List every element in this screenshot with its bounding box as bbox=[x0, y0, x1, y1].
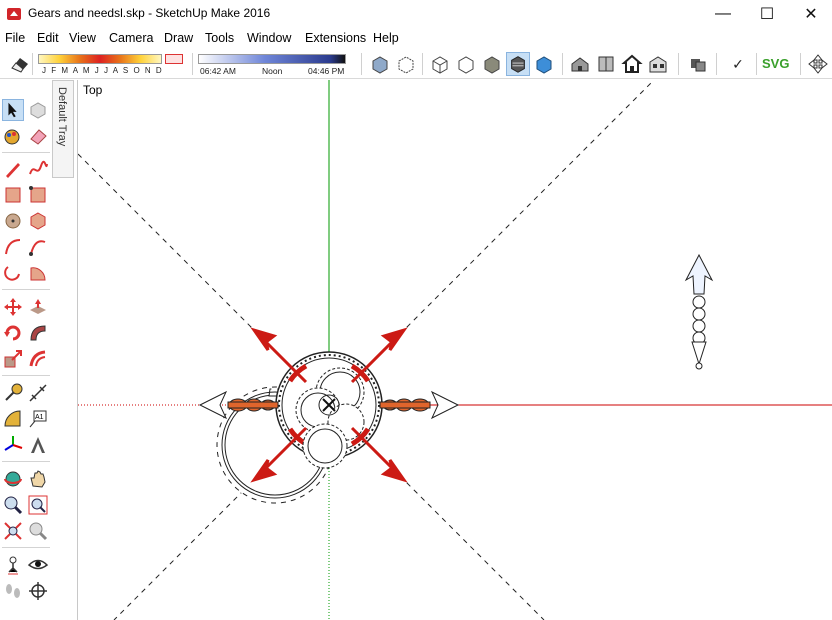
side-view-icon[interactable] bbox=[646, 52, 670, 76]
position-camera-icon[interactable] bbox=[2, 554, 24, 576]
guide-lines bbox=[78, 80, 655, 620]
maximize-button[interactable]: ☐ bbox=[744, 0, 790, 28]
shaded-textures-style-icon[interactable] bbox=[506, 52, 530, 76]
walk-footprints-icon[interactable] bbox=[2, 580, 24, 602]
follow-me-icon[interactable] bbox=[27, 322, 49, 344]
3d-text-icon[interactable] bbox=[27, 434, 49, 456]
time-noon-label: Noon bbox=[262, 66, 283, 76]
title-bar: Gears and needsl.skp - SketchUp Make 201… bbox=[0, 0, 832, 28]
hidden-line-style-icon[interactable] bbox=[454, 52, 478, 76]
menu-draw[interactable]: Draw bbox=[164, 31, 193, 45]
month-slider[interactable] bbox=[38, 54, 162, 64]
dimension-icon[interactable] bbox=[27, 382, 49, 404]
clock-hand-part bbox=[684, 253, 714, 370]
pencil-icon[interactable] bbox=[2, 158, 24, 180]
orbit-icon[interactable] bbox=[2, 468, 24, 490]
freehand-icon[interactable] bbox=[27, 158, 49, 180]
iso-view-icon[interactable] bbox=[568, 52, 592, 76]
protractor-icon[interactable] bbox=[2, 408, 24, 430]
look-around-eye-icon[interactable] bbox=[27, 554, 49, 576]
move-arrows-icon[interactable] bbox=[806, 52, 830, 76]
default-tray-tab[interactable]: Default Tray bbox=[52, 80, 74, 178]
menu-extensions[interactable]: Extensions bbox=[305, 31, 366, 45]
top-view-icon[interactable] bbox=[594, 52, 618, 76]
menu-window[interactable]: Window bbox=[247, 31, 291, 45]
drawing-viewport[interactable]: Top bbox=[77, 80, 832, 620]
eraser-tool-icon[interactable] bbox=[27, 125, 49, 147]
front-view-icon[interactable] bbox=[620, 52, 644, 76]
offset-icon[interactable] bbox=[27, 348, 49, 370]
check-button[interactable]: ✓ bbox=[726, 52, 750, 76]
month-marker[interactable] bbox=[165, 54, 183, 64]
scale-icon[interactable] bbox=[2, 348, 24, 370]
two-point-arc-icon[interactable] bbox=[27, 236, 49, 258]
text-icon[interactable]: A1 bbox=[27, 408, 49, 430]
zoom-extents-icon[interactable] bbox=[2, 520, 24, 542]
section-plane-icon[interactable] bbox=[27, 580, 49, 602]
select-arrow-icon[interactable] bbox=[2, 99, 24, 121]
pan-hand-icon[interactable] bbox=[27, 468, 49, 490]
polygon-icon[interactable] bbox=[27, 210, 49, 232]
rotate-icon[interactable] bbox=[2, 322, 24, 344]
wireframe-style-icon[interactable] bbox=[428, 52, 452, 76]
rotated-rectangle-icon[interactable] bbox=[27, 184, 49, 206]
three-point-arc-icon[interactable] bbox=[2, 262, 24, 284]
menu-tools[interactable]: Tools bbox=[205, 31, 234, 45]
menu-view[interactable]: View bbox=[69, 31, 96, 45]
back-edges-style-icon[interactable] bbox=[394, 52, 418, 76]
menu-bar: File Edit View Camera Draw Tools Window … bbox=[0, 28, 832, 49]
axes-icon[interactable] bbox=[2, 434, 24, 456]
components-icon[interactable] bbox=[686, 52, 710, 76]
time-end-label: 04:46 PM bbox=[308, 66, 345, 76]
zoom-window-icon[interactable] bbox=[27, 494, 49, 516]
circle-icon[interactable] bbox=[2, 210, 24, 232]
menu-help[interactable]: Help bbox=[373, 31, 399, 45]
pie-icon[interactable] bbox=[27, 262, 49, 284]
previous-view-icon[interactable] bbox=[27, 520, 49, 542]
time-slider[interactable] bbox=[198, 54, 346, 64]
minimize-button[interactable]: — bbox=[700, 0, 746, 28]
month-labels: J F M A M J J A S O N D bbox=[42, 66, 164, 75]
arc-icon[interactable] bbox=[2, 236, 24, 258]
shaded-style-icon[interactable] bbox=[480, 52, 504, 76]
svg-text:A1: A1 bbox=[35, 414, 44, 421]
push-pull-icon[interactable] bbox=[27, 296, 49, 318]
window-title: Gears and needsl.skp - SketchUp Make 201… bbox=[28, 6, 271, 20]
close-button[interactable]: ✕ bbox=[788, 0, 832, 28]
main-toolbar: J F M A M J J A S O N D 06:42 AM Noon 04… bbox=[0, 49, 832, 79]
time-start-label: 06:42 AM bbox=[200, 66, 236, 76]
menu-camera[interactable]: Camera bbox=[109, 31, 153, 45]
tape-measure-icon[interactable] bbox=[2, 382, 24, 404]
zoom-icon[interactable] bbox=[2, 494, 24, 516]
tool-palette: A1 bbox=[0, 80, 52, 620]
menu-edit[interactable]: Edit bbox=[37, 31, 59, 45]
svg-export-button[interactable]: SVG bbox=[762, 52, 794, 76]
paint-bucket-icon[interactable] bbox=[2, 125, 24, 147]
make-component-icon[interactable] bbox=[27, 99, 49, 121]
xray-style-icon[interactable] bbox=[368, 52, 392, 76]
default-tray-label: Default Tray bbox=[56, 87, 68, 147]
sketchup-logo-icon bbox=[7, 8, 21, 20]
monochrome-style-icon[interactable] bbox=[532, 52, 556, 76]
eraser-icon[interactable] bbox=[8, 52, 32, 76]
move-icon[interactable] bbox=[2, 296, 24, 318]
rectangle-icon[interactable] bbox=[2, 184, 24, 206]
menu-file[interactable]: File bbox=[5, 31, 25, 45]
model-canvas bbox=[78, 80, 832, 620]
